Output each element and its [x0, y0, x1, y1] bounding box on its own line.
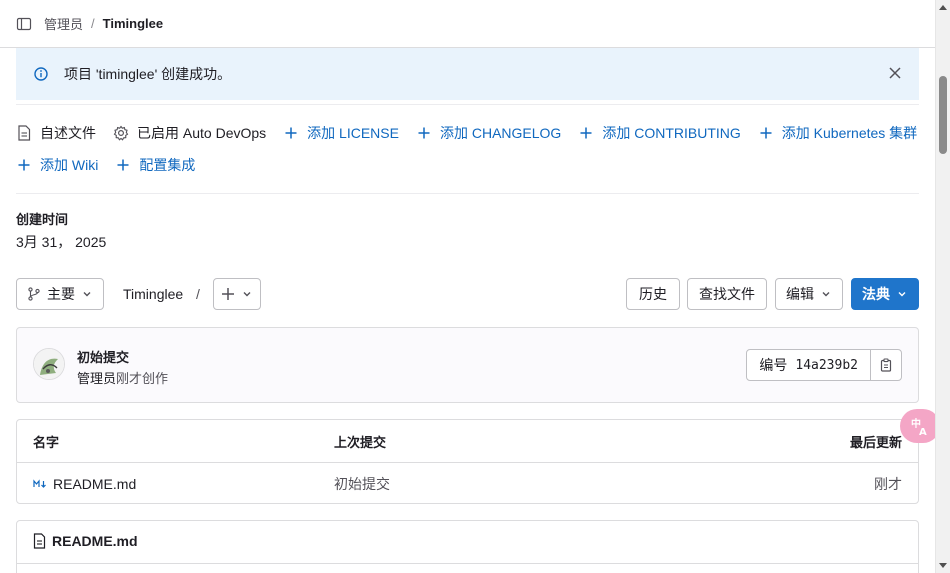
history-button[interactable]: 历史 [626, 278, 680, 310]
file-icon [16, 125, 32, 141]
add-license-label: 添加 LICENSE [307, 125, 399, 141]
divider [16, 193, 919, 194]
configure-integrations-label: 配置集成 [139, 157, 196, 173]
add-kubernetes-label: 添加 Kubernetes 集群 [781, 125, 918, 141]
add-contributing-link[interactable]: 添加 CONTRIBUTING [578, 123, 741, 143]
svg-text:A: A [919, 427, 927, 437]
add-license-link[interactable]: 添加 LICENSE [283, 123, 399, 143]
path-separator: / [196, 286, 200, 302]
sidebar-toggle-icon[interactable] [16, 16, 32, 32]
row-last-commit[interactable]: 初始提交 [334, 463, 390, 504]
branch-label: 主要 [47, 286, 75, 302]
translate-icon[interactable]: 中A [900, 409, 940, 443]
auto-devops-link[interactable]: 已启用 Auto DevOps [113, 123, 266, 143]
divider [16, 104, 919, 105]
breadcrumb-separator: / [91, 16, 95, 31]
commit-title[interactable]: 初始提交 [77, 347, 129, 366]
breadcrumb-project[interactable]: Timinglee [103, 16, 163, 31]
scrollbar-thumb[interactable] [939, 76, 947, 154]
success-alert: 项目 'timinglee' 创建成功。 [16, 48, 919, 100]
code-label: 法典 [862, 286, 890, 302]
commit-sha-group: 编号 14a239b2 [746, 349, 902, 381]
scrollbar[interactable] [935, 0, 950, 573]
last-commit-panel: 初始提交 管理员刚才创作 编号 14a239b2 [16, 327, 919, 403]
file-name[interactable]: README.md [53, 476, 136, 492]
chevron-down-icon [820, 288, 832, 300]
created-label: 创建时间 [16, 212, 69, 227]
find-file-label: 查找文件 [699, 286, 755, 302]
row-last-update: 刚才 [874, 475, 902, 492]
close-icon[interactable] [887, 65, 903, 81]
auto-devops-label: 已启用 Auto DevOps [137, 125, 267, 141]
edit-button[interactable]: 编辑 [775, 278, 843, 310]
file-tree-table: 名字 上次提交 最后更新 README.md 初始提交 刚才 [16, 419, 919, 504]
branch-switcher-button[interactable]: 主要 [16, 278, 104, 310]
add-changelog-link[interactable]: 添加 CHANGELOG [416, 123, 561, 143]
path-root-link[interactable]: Timinglee [123, 286, 183, 302]
info-icon [34, 67, 48, 81]
add-kubernetes-link[interactable]: 添加 Kubernetes 集群 [758, 123, 917, 143]
commit-sha: 14a239b2 [795, 357, 858, 373]
readme-panel: README.md [16, 520, 919, 573]
commit-author[interactable]: 管理员 [77, 371, 116, 386]
created-date: 3月 31， 2025 [16, 234, 107, 250]
history-label: 历史 [639, 286, 667, 302]
scroll-down-arrow-icon[interactable] [939, 563, 947, 568]
add-wiki-label: 添加 Wiki [40, 157, 99, 173]
plus-icon [221, 287, 235, 301]
column-header-last-commit: 上次提交 [334, 434, 387, 450]
commit-meta: 管理员刚才创作 [77, 368, 168, 387]
breadcrumb-group[interactable]: 管理员 [44, 14, 83, 33]
readme-header: README.md [33, 533, 138, 549]
add-contributing-label: 添加 CONTRIBUTING [602, 125, 741, 141]
code-button[interactable]: 法典 [851, 278, 919, 310]
find-file-button[interactable]: 查找文件 [687, 278, 767, 310]
project-quick-links: 自述文件 已启用 Auto DevOps 添加 LICENSE 添加 CHANG… [16, 120, 926, 184]
scroll-up-arrow-icon[interactable] [939, 5, 947, 10]
readme-title: README.md [52, 533, 138, 549]
column-header-name: 名字 [33, 434, 60, 450]
chevron-down-icon [241, 288, 253, 300]
commit-sha-button[interactable]: 编号 14a239b2 [747, 350, 871, 380]
divider [17, 462, 918, 463]
add-to-tree-button[interactable] [213, 278, 261, 310]
chevron-down-icon [81, 288, 93, 300]
plus-icon [578, 125, 594, 141]
plus-icon [16, 157, 32, 173]
column-header-last-update: 最后更新 [849, 434, 902, 450]
add-wiki-link[interactable]: 添加 Wiki [16, 155, 98, 175]
readme-link[interactable]: 自述文件 [16, 123, 96, 143]
table-row[interactable]: README.md [33, 463, 136, 504]
alert-message: 项目 'timinglee' 创建成功。 [64, 66, 232, 82]
plus-icon [416, 125, 432, 141]
readme-link-label: 自述文件 [40, 125, 96, 141]
divider [17, 563, 918, 564]
commit-time: 刚才创作 [116, 371, 169, 386]
avatar[interactable] [33, 348, 65, 380]
markdown-icon [33, 477, 47, 491]
file-icon [33, 533, 46, 549]
plus-icon [758, 125, 774, 141]
add-changelog-label: 添加 CHANGELOG [439, 125, 562, 141]
plus-icon [283, 125, 299, 141]
configure-integrations-link[interactable]: 配置集成 [115, 155, 195, 175]
copy-icon[interactable] [871, 350, 901, 380]
top-bar: 管理员 / Timinglee [0, 0, 935, 48]
sha-label: 编号 [759, 357, 788, 373]
chevron-down-icon [896, 288, 908, 300]
edit-label: 编辑 [786, 286, 814, 302]
plus-icon [115, 157, 131, 173]
branch-icon [27, 287, 41, 301]
gear-icon [113, 125, 129, 141]
